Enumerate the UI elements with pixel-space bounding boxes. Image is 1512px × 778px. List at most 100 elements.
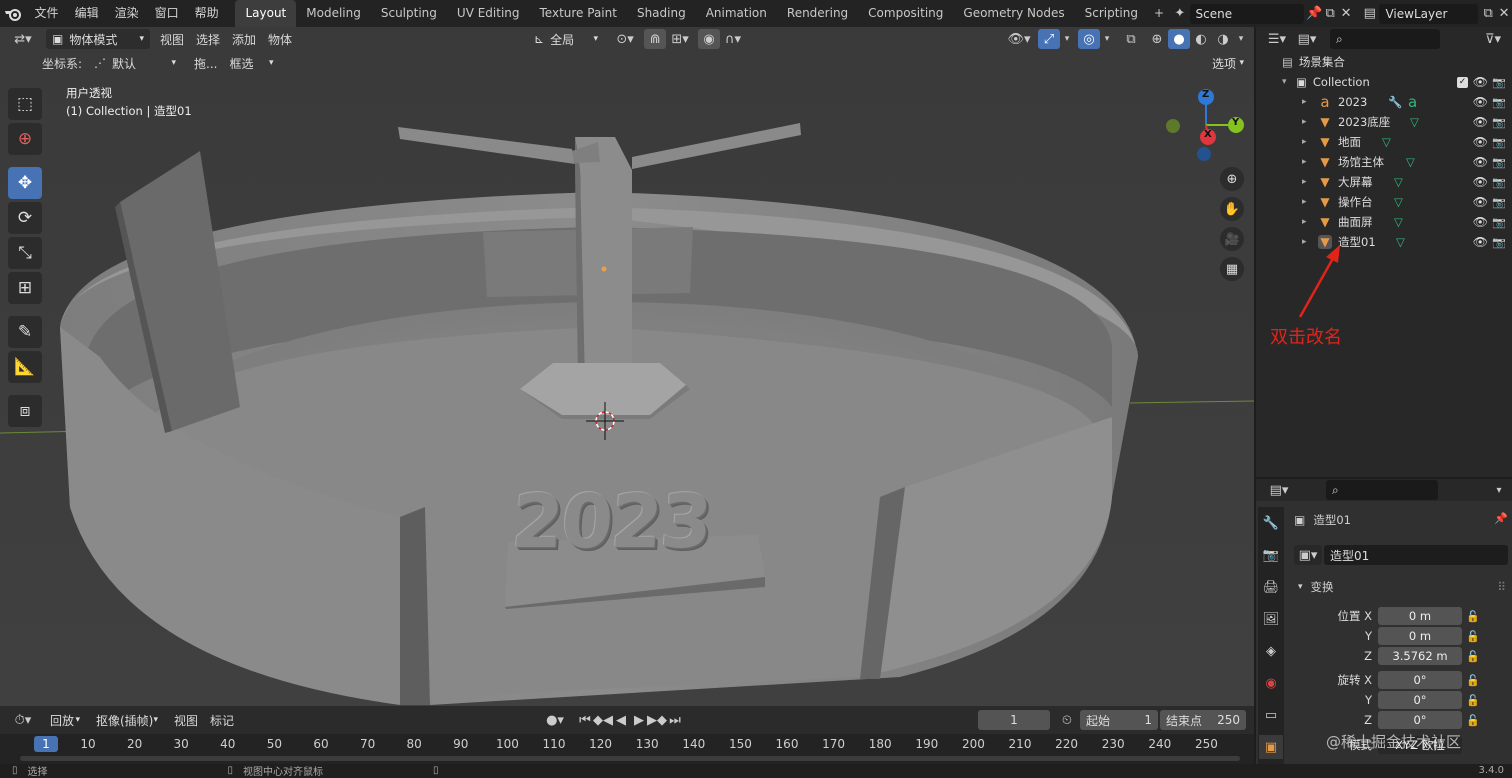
delete-view-layer-icon[interactable]: ✕ xyxy=(1496,4,1512,24)
perspective-toggle-icon[interactable]: ▦ xyxy=(1220,257,1244,281)
jump-end-icon[interactable]: ⏭ xyxy=(666,710,684,730)
rotation-y-field[interactable]: 0° xyxy=(1378,691,1462,709)
collapse-icon[interactable]: ▾ xyxy=(1282,77,1292,87)
menu-render[interactable]: 渲染 xyxy=(107,0,147,27)
camera-icon[interactable]: 📷 xyxy=(1492,176,1506,189)
camera-icon[interactable]: 📷 xyxy=(1492,116,1506,129)
outliner-item[interactable]: ▸ a 2023 🔧 a 👁 📷 xyxy=(1256,92,1512,112)
timeline-editor-icon[interactable]: ⏱▾ xyxy=(8,710,38,730)
tab-compositing[interactable]: Compositing xyxy=(858,0,953,27)
expand-icon[interactable]: ▸ xyxy=(1302,177,1312,187)
camera-icon[interactable]: 📷 xyxy=(1492,156,1506,169)
eye-icon[interactable]: 👁 xyxy=(1473,135,1488,149)
outliner-item[interactable]: ▸ ▼ 地面 ▽ 👁 📷 xyxy=(1256,132,1512,152)
timeline-marker-menu[interactable]: 标记 xyxy=(204,712,240,729)
drag-selector[interactable]: 框选 ▾ xyxy=(224,53,280,73)
cursor-tool-icon[interactable]: ⊕ xyxy=(8,123,42,155)
move-tool-icon[interactable]: ✥ xyxy=(8,167,42,199)
eye-icon[interactable]: 👁 xyxy=(1473,175,1488,189)
tab-sculpting[interactable]: Sculpting xyxy=(371,0,447,27)
snap-target-icon[interactable]: ⊞▾ xyxy=(666,29,694,49)
mode-selector[interactable]: ▣ 物体模式 ▾ xyxy=(46,29,150,49)
display-mode-icon[interactable]: ▤▾ xyxy=(1292,29,1322,49)
expand-icon[interactable]: ▸ xyxy=(1302,217,1312,227)
overlay-dropdown-icon[interactable]: ▾ xyxy=(1100,29,1114,49)
add-cube-tool-icon[interactable]: ⧈ xyxy=(8,395,42,427)
tab-texture-paint[interactable]: Texture Paint xyxy=(530,0,627,27)
menu-help[interactable]: 帮助 xyxy=(187,0,227,27)
expand-icon[interactable]: ▸ xyxy=(1302,117,1312,127)
expand-icon[interactable]: ▸ xyxy=(1302,157,1312,167)
outliner-editor-icon[interactable]: ☰▾ xyxy=(1262,29,1292,49)
lock-icon[interactable]: 🔓 xyxy=(1466,714,1480,727)
material-shading-icon[interactable]: ◐ xyxy=(1190,29,1212,49)
transform-orientation-selector[interactable]: ⊾ 全局 ▾ xyxy=(528,29,604,49)
options-dropdown[interactable]: 选项 ▾ xyxy=(1206,53,1250,73)
output-tab-icon[interactable]: 🖨 xyxy=(1259,575,1283,599)
tab-scripting[interactable]: Scripting xyxy=(1075,0,1148,27)
scale-tool-icon[interactable]: ⤡ xyxy=(8,237,42,269)
drag-handle-icon[interactable]: ⠿ xyxy=(1497,580,1506,594)
menu-add[interactable]: 添加 xyxy=(226,31,262,48)
camera-icon[interactable]: 📷 xyxy=(1492,196,1506,209)
transform-tool-icon[interactable]: ⊞ xyxy=(8,272,42,304)
outliner-item[interactable]: ▸ ▼ 曲面屏 ▽ 👁 📷 xyxy=(1256,212,1512,232)
navigation-gizmo[interactable]: Z Y X xyxy=(1164,85,1250,165)
menu-window[interactable]: 窗口 xyxy=(147,0,187,27)
camera-icon[interactable]: 📷 xyxy=(1492,76,1506,89)
editor-type-icon[interactable]: ⇄▾ xyxy=(6,29,40,49)
gizmo-toggle-icon[interactable]: ⤢ xyxy=(1038,29,1060,49)
start-frame-field[interactable]: 起始 1 xyxy=(1080,710,1158,730)
jump-start-icon[interactable]: ⏮ xyxy=(576,710,594,730)
shading-dropdown-icon[interactable]: ▾ xyxy=(1234,29,1248,49)
chevron-down-icon[interactable]: ▾ xyxy=(1490,480,1508,500)
proportional-edit-icon[interactable]: ◉ xyxy=(698,29,721,49)
pin-icon[interactable]: 📌 xyxy=(1494,512,1508,525)
camera-icon[interactable]: 📷 xyxy=(1492,136,1506,149)
eye-icon[interactable]: 👁 xyxy=(1473,75,1488,89)
eye-icon[interactable]: 👁 xyxy=(1473,215,1488,229)
outliner-item[interactable]: ▸ ▼ 场馆主体 ▽ 👁 📷 xyxy=(1256,152,1512,172)
scene-selector[interactable]: Scene xyxy=(1189,3,1305,24)
menu-edit[interactable]: 编辑 xyxy=(67,0,107,27)
tab-layout[interactable]: Layout xyxy=(235,0,297,27)
outliner-item[interactable]: ▸ ▼ 大屏幕 ▽ 👁 📷 xyxy=(1256,172,1512,192)
properties-editor-icon[interactable]: ▤▾ xyxy=(1264,480,1294,500)
rotation-x-field[interactable]: 0° xyxy=(1378,671,1462,689)
pin-icon[interactable]: 📌 xyxy=(1306,4,1322,24)
expand-icon[interactable]: ▸ xyxy=(1302,97,1312,107)
eye-icon[interactable]: 👁 xyxy=(1473,155,1488,169)
outliner-search-input[interactable]: ⌕ xyxy=(1330,29,1440,49)
3d-viewport[interactable]: 2023 ⇄▾ ▣ 物体模式 ▾ 视图 选择 添加 物体 ⊾ 全局 ▾ ⊙▾ ⋒… xyxy=(0,27,1254,706)
tab-modeling[interactable]: Modeling xyxy=(296,0,371,27)
tab-rendering[interactable]: Rendering xyxy=(777,0,858,27)
overlay-toggle-icon[interactable]: ◎ xyxy=(1078,29,1100,49)
solid-shading-icon[interactable]: ● xyxy=(1168,29,1190,49)
lock-icon[interactable]: 🔓 xyxy=(1466,630,1480,643)
filter-icon[interactable]: ⊽▾ xyxy=(1478,29,1508,49)
eye-icon[interactable]: 👁 xyxy=(1473,95,1488,109)
pan-hand-icon[interactable]: ✋ xyxy=(1220,197,1244,221)
camera-icon[interactable]: 📷 xyxy=(1492,216,1506,229)
eye-icon[interactable]: 👁 xyxy=(1473,235,1488,249)
view-layer-icon[interactable]: ▤ xyxy=(1360,4,1379,24)
location-z-field[interactable]: 3.5762 m xyxy=(1378,647,1462,665)
tool-tab-icon[interactable]: 🔧 xyxy=(1259,511,1283,535)
record-keyframe-icon[interactable]: ●▾ xyxy=(540,710,570,730)
location-x-field[interactable]: 0 m xyxy=(1378,607,1462,625)
lock-icon[interactable]: 🔓 xyxy=(1466,610,1480,623)
transform-section-header[interactable]: ▾ 变换 ⠿ xyxy=(1292,577,1512,597)
object-type-icon[interactable]: ▣▾ xyxy=(1294,545,1322,565)
falloff-icon[interactable]: ∩▾ xyxy=(720,29,746,49)
add-workspace-button[interactable]: + xyxy=(1148,0,1170,27)
expand-icon[interactable]: ▸ xyxy=(1302,197,1312,207)
include-checkbox[interactable]: ✓ xyxy=(1457,76,1468,88)
wireframe-shading-icon[interactable]: ⊕ xyxy=(1146,29,1168,49)
annotate-tool-icon[interactable]: ✎ xyxy=(8,316,42,348)
play-reverse-icon[interactable]: ◀ xyxy=(612,710,630,730)
properties-search-input[interactable]: ⌕ xyxy=(1326,480,1438,500)
lock-icon[interactable]: 🔓 xyxy=(1466,674,1480,687)
tab-shading[interactable]: Shading xyxy=(627,0,696,27)
preview-range-icon[interactable]: ⏲ xyxy=(1056,710,1078,730)
keying-dropdown[interactable]: 抠像(插帧) ▾ xyxy=(90,710,164,730)
